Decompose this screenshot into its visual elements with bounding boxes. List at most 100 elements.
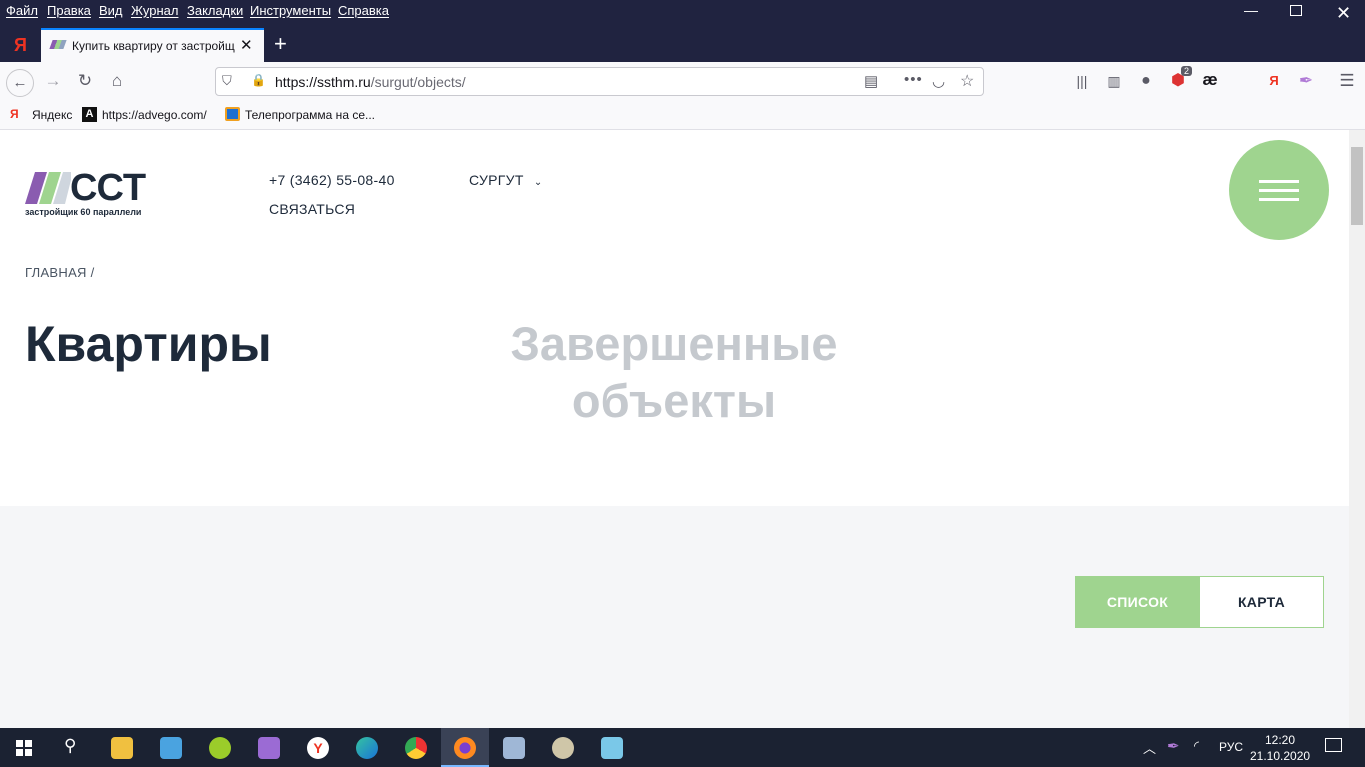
home-icon[interactable]: ⌂: [106, 71, 128, 91]
back-icon[interactable]: ←: [6, 69, 34, 97]
taskbar-firefox[interactable]: [441, 728, 489, 767]
reload-icon[interactable]: ↻: [74, 71, 96, 91]
taskbar-photos[interactable]: [490, 728, 538, 767]
account-icon[interactable]: ●: [1135, 71, 1157, 91]
menu-tools[interactable]: Инструменты: [250, 3, 331, 18]
search-icon: ⚲: [64, 736, 77, 755]
phone-link[interactable]: +7 (3462) 55-08-40: [269, 172, 395, 188]
clock-time: 12:20: [1264, 733, 1296, 747]
tray-chevron-up-icon[interactable]: ︿: [1143, 738, 1156, 757]
plus-app-icon: [209, 737, 231, 759]
scrollbar-thumb[interactable]: [1351, 147, 1363, 225]
edge-icon: [356, 737, 378, 759]
site-favicon: [49, 40, 67, 49]
bookmarks-bar: Я Яндекс A https://advego.com/ Телепрогр…: [0, 100, 1365, 130]
folder-icon: [111, 737, 133, 759]
bookmark-star-icon[interactable]: ☆: [960, 71, 974, 91]
view-list-button[interactable]: СПИСОК: [1075, 576, 1200, 628]
notepad-icon: [601, 737, 623, 759]
windows-icon: [16, 740, 32, 756]
view-map-button[interactable]: КАРТА: [1199, 576, 1324, 628]
chrome-icon: [405, 737, 427, 759]
menu-view[interactable]: Вид: [99, 3, 123, 18]
menu-help[interactable]: Справка: [338, 3, 389, 18]
page-actions-icon[interactable]: •••: [904, 71, 923, 88]
breadcrumb: ГЛАВНАЯ /: [25, 265, 95, 280]
adblock-badge: 2: [1181, 66, 1193, 76]
city-label: СУРГУТ: [469, 172, 524, 188]
taskbar-notepad[interactable]: [588, 728, 636, 767]
clock-date: 21.10.2020: [1250, 749, 1311, 763]
sidebar-icon[interactable]: ▥: [1103, 71, 1125, 91]
taskbar-feather[interactable]: [245, 728, 293, 767]
logo-subtitle: застройщик 60 параллели: [25, 207, 142, 217]
city-select[interactable]: СУРГУТ ⌄: [469, 172, 543, 188]
taskbar-paint[interactable]: [539, 728, 587, 767]
notifications-icon[interactable]: [1325, 738, 1342, 752]
url-text[interactable]: https://ssthm.ru/surgut/objects/: [275, 74, 466, 90]
yandex-browser-icon: Y: [307, 737, 329, 759]
menu-bar: Файл Правка Вид Журнал Закладки Инструме…: [0, 0, 1365, 28]
site-logo[interactable]: CCT застройщик 60 параллели: [25, 167, 165, 220]
menu-bookmarks[interactable]: Закладки: [187, 3, 243, 18]
start-button[interactable]: [0, 728, 48, 767]
tray-feather-icon[interactable]: ✒: [1167, 737, 1180, 755]
breadcrumb-home[interactable]: ГЛАВНАЯ: [25, 265, 87, 280]
palette-icon: [552, 737, 574, 759]
shield-icon[interactable]: ⛉: [222, 73, 232, 89]
pocket-icon[interactable]: ◡: [932, 72, 945, 90]
subtitle-line-1: Завершенные: [510, 317, 838, 370]
url-host: https://ssthm.ru: [275, 74, 371, 90]
subtitle-line-2: объекты: [571, 374, 777, 427]
menu-file[interactable]: Файл: [6, 3, 38, 18]
page-content: CCT застройщик 60 параллели +7 (3462) 55…: [0, 130, 1349, 728]
tab-active[interactable]: Купить квартиру от застройщ ✕: [41, 28, 264, 62]
app-menu-icon[interactable]: ☰: [1336, 71, 1358, 91]
new-tab-button[interactable]: +: [274, 31, 287, 57]
breadcrumb-separator: /: [90, 265, 95, 280]
yandex-icon[interactable]: Я: [14, 35, 27, 56]
clock[interactable]: 12:20 21.10.2020: [1250, 732, 1310, 764]
yandex-ext-icon[interactable]: Я: [1263, 71, 1285, 91]
menu-history[interactable]: Журнал: [131, 3, 178, 18]
bookmark-yandex[interactable]: Яндекс: [32, 108, 72, 122]
bookmark-advego[interactable]: https://advego.com/: [102, 108, 207, 122]
restore-button[interactable]: [1290, 5, 1302, 16]
minimize-button[interactable]: —: [1244, 2, 1258, 18]
lock-icon[interactable]: 🔒: [251, 73, 266, 87]
taskbar-chrome[interactable]: [392, 728, 440, 767]
completed-objects-heading[interactable]: Завершенные объекты: [474, 315, 874, 429]
logo-text: CCT: [70, 167, 146, 209]
reader-view-icon[interactable]: ▤: [864, 72, 878, 90]
tv-icon: [225, 107, 240, 121]
forward-icon[interactable]: →: [42, 71, 64, 91]
logo-stripes-icon: [25, 172, 71, 204]
wifi-icon[interactable]: ◜: [1194, 738, 1199, 754]
ae-extension-icon[interactable]: æ: [1199, 70, 1221, 90]
feather-icon[interactable]: ✒: [1295, 71, 1317, 91]
taskbar-app-plus[interactable]: [196, 728, 244, 767]
url-bar[interactable]: ⛉ 🔒 https://ssthm.ru/surgut/objects/ ▤ •…: [215, 67, 984, 96]
menu-edit[interactable]: Правка: [47, 3, 91, 18]
taskbar-yandex[interactable]: Y: [294, 728, 342, 767]
feather-app-icon: [258, 737, 280, 759]
library-icon[interactable]: |||: [1071, 71, 1093, 91]
menu-button[interactable]: [1229, 140, 1329, 240]
close-window-button[interactable]: ✕: [1336, 3, 1351, 24]
taskbar: ⚲ Y ︿ ✒ ◜ РУС 12:20 21.10.2020: [0, 728, 1365, 767]
taskbar-edge[interactable]: [343, 728, 391, 767]
close-tab-icon[interactable]: ✕: [240, 36, 253, 54]
bookmark-tv[interactable]: Телепрограмма на се...: [245, 108, 375, 122]
page-title: Квартиры: [25, 316, 272, 372]
picture-icon: [503, 737, 525, 759]
search-button[interactable]: ⚲: [48, 728, 96, 767]
contact-link[interactable]: СВЯЗАТЬСЯ: [269, 201, 355, 217]
tab-title: Купить квартиру от застройщ: [72, 39, 235, 53]
language-indicator[interactable]: РУС: [1219, 740, 1243, 754]
taskbar-explorer[interactable]: [98, 728, 146, 767]
advego-icon: A: [82, 107, 97, 122]
taskbar-control-panel[interactable]: [147, 728, 195, 767]
url-path: /surgut/objects/: [370, 74, 466, 90]
hamburger-line-2: [1259, 189, 1299, 192]
listing-section: СПИСОК КАРТА: [0, 506, 1349, 728]
